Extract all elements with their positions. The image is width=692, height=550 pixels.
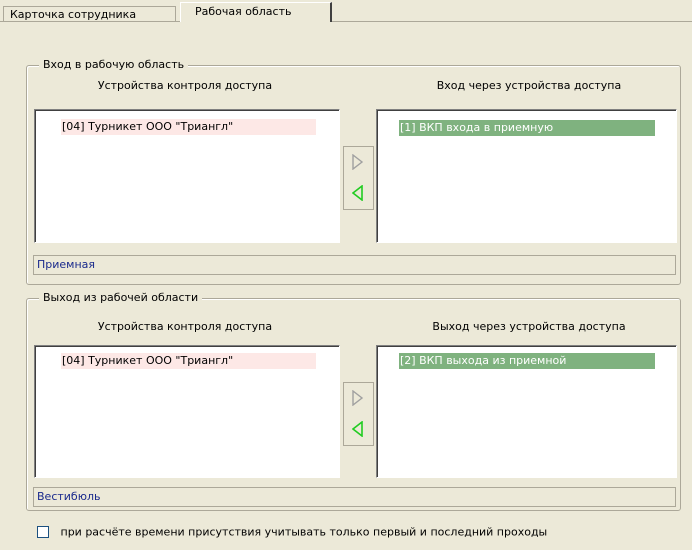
list-item[interactable]: [04] Турникет ООО "Триангл" [61, 353, 316, 369]
arrow-left-icon [352, 421, 363, 437]
first-last-pass-label: при расчёте времени присутствия учитыват… [60, 525, 548, 539]
entry-selected-devices-list[interactable]: [1] ВКП входа в приемную [376, 109, 677, 243]
exit-left-header: Устройства контроля доступа [97, 320, 273, 333]
tab-strip: Карточка сотрудника Рабочая область [0, 0, 692, 22]
exit-add-button[interactable] [344, 383, 373, 413]
entry-location-field[interactable]: Приемная [33, 255, 676, 275]
exit-remove-button[interactable] [344, 414, 373, 444]
entry-left-header: Устройства контроля доступа [97, 79, 273, 92]
exit-selected-devices-list[interactable]: [2] ВКП выхода из приемной [376, 345, 677, 478]
exit-transfer-buttons [343, 382, 374, 446]
arrow-right-icon [352, 154, 364, 170]
exit-available-devices-list[interactable]: [04] Турникет ООО "Триангл" [34, 345, 340, 478]
entry-group-title: Вход в рабочую область [39, 58, 189, 71]
exit-group: Выход из рабочей области Устройства конт… [26, 291, 681, 511]
tab-baseline [0, 21, 692, 22]
arrow-right-icon [352, 390, 364, 406]
list-item[interactable]: [04] Турникет ООО "Триангл" [61, 119, 316, 135]
exit-location-field[interactable]: Вестибюль [33, 487, 676, 507]
exit-right-header: Выход через устройства доступа [432, 320, 626, 333]
tab-label: Карточка сотрудника [10, 8, 137, 21]
arrow-left-icon [352, 185, 363, 201]
first-last-pass-checkbox[interactable] [37, 526, 49, 538]
exit-group-title: Выход из рабочей области [39, 291, 203, 304]
first-last-pass-option[interactable]: при расчёте времени присутствия учитыват… [37, 525, 547, 539]
list-item[interactable]: [2] ВКП выхода из приемной [399, 353, 655, 369]
list-item[interactable]: [1] ВКП входа в приемную [399, 120, 655, 136]
entry-available-devices-list[interactable]: [04] Турникет ООО "Триангл" [34, 109, 340, 243]
entry-right-header: Вход через устройства доступа [436, 79, 622, 92]
entry-remove-button[interactable] [344, 178, 373, 208]
entry-add-button[interactable] [344, 147, 373, 177]
entry-transfer-buttons [343, 146, 374, 210]
tab-employee-card[interactable]: Карточка сотрудника [3, 6, 176, 21]
tab-label: Рабочая область [195, 5, 292, 18]
tab-work-area[interactable]: Рабочая область [180, 2, 332, 22]
entry-group: Вход в рабочую область Устройства контро… [26, 58, 681, 285]
